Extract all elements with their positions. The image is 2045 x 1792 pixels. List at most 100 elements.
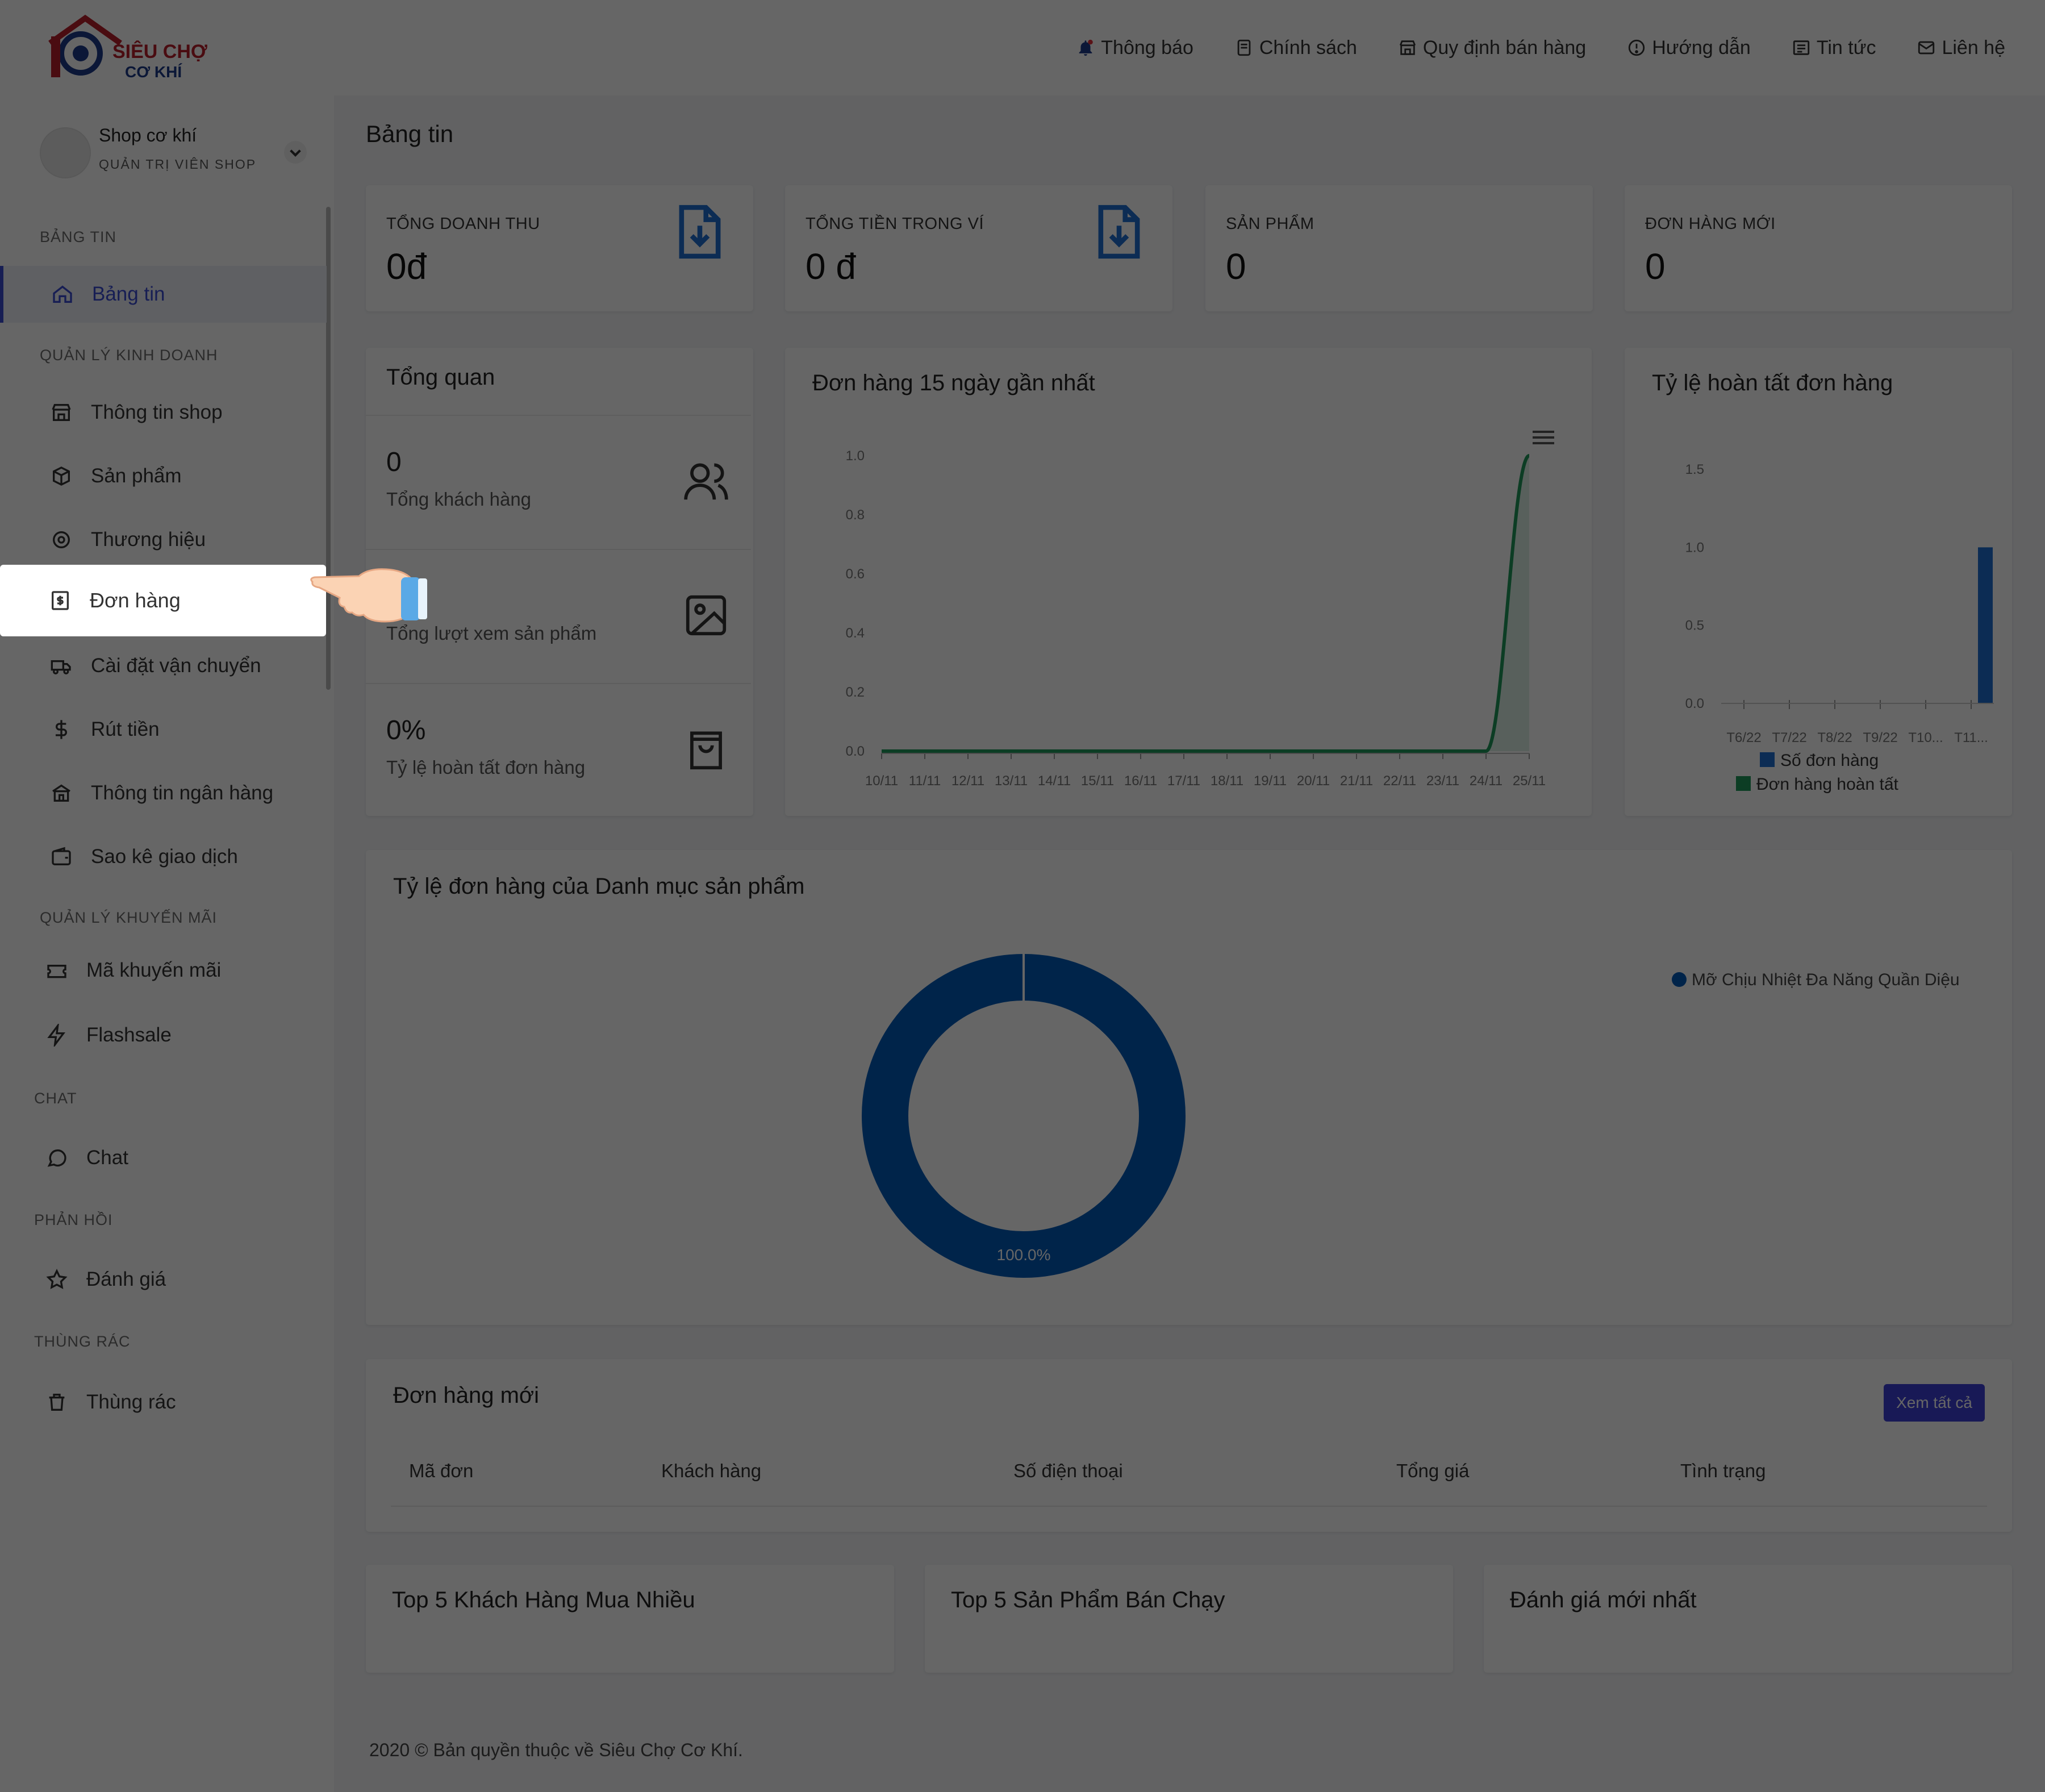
shopping-bag-icon bbox=[690, 731, 722, 770]
sidebar-section-promotions: QUẢN LÝ KHUYẾN MÃI bbox=[40, 909, 218, 926]
mail-icon bbox=[1918, 41, 1935, 55]
legend-dot bbox=[1672, 972, 1687, 987]
sidebar-section-trash: THÙNG RÁC bbox=[34, 1333, 131, 1350]
x-tick-label: 18/11 bbox=[1211, 773, 1243, 789]
sidebar-item-label: Sản phẩm bbox=[91, 465, 182, 487]
sidebar-item-label: Thương hiệu bbox=[91, 528, 206, 551]
image-icon bbox=[686, 595, 727, 636]
nav-guide[interactable]: Hướng dẫn bbox=[1627, 37, 1751, 59]
nav-label: Quy định bán hàng bbox=[1422, 36, 1587, 59]
sidebar-item-brands[interactable]: Thương hiệu bbox=[0, 511, 327, 568]
profile-name: Shop cơ khí bbox=[99, 125, 197, 145]
sidebar-section-chat: CHAT bbox=[34, 1090, 77, 1107]
sidebar-item-products[interactable]: Sản phẩm bbox=[0, 448, 327, 505]
sidebar-item-coupons[interactable]: Mã khuyến mãi bbox=[0, 942, 327, 999]
sidebar-item-label: Đơn hàng bbox=[90, 589, 181, 612]
nav-policy[interactable]: Chính sách bbox=[1234, 37, 1357, 59]
chart-menu-icon[interactable] bbox=[1533, 431, 1554, 444]
nav-label: Liên hệ bbox=[1942, 36, 2005, 59]
profile-role: QUẢN TRỊ VIÊN SHOP bbox=[99, 157, 257, 172]
sidebar-item-label: Flashsale bbox=[86, 1024, 172, 1046]
sidebar-item-label: Sao kê giao dịch bbox=[91, 845, 238, 868]
top-products-card: Top 5 Sản Phẩm Bán Chạy bbox=[925, 1565, 1453, 1673]
stat-card-new-orders: ĐƠN HÀNG MỚI 0 bbox=[1625, 185, 2012, 311]
sidebar-item-orders[interactable]: Đơn hàng bbox=[0, 565, 326, 636]
sidebar-item-shipping[interactable]: Cài đặt vận chuyển bbox=[0, 637, 327, 694]
sidebar-item-dashboard[interactable]: Bảng tin bbox=[0, 266, 327, 323]
logo-text-top: SIÊU CHỢ bbox=[112, 41, 207, 62]
stat-value: 0đ bbox=[386, 246, 427, 287]
top-customers-title: Top 5 Khách Hàng Mua Nhiều bbox=[392, 1587, 695, 1612]
truck-icon bbox=[51, 660, 71, 674]
table-header-phone[interactable]: Số điện thoại bbox=[1013, 1460, 1123, 1482]
overview-title: Tổng quan bbox=[386, 365, 495, 390]
view-all-orders-button[interactable]: Xem tất cả bbox=[1884, 1384, 1985, 1422]
gear-icon bbox=[53, 531, 70, 548]
x-tick-label: T6/22 bbox=[1726, 730, 1761, 745]
stat-card-revenue: TỔNG DOANH THU 0đ bbox=[366, 185, 753, 311]
new-orders-title: Đơn hàng mới bbox=[393, 1383, 540, 1408]
x-tick-label: 22/11 bbox=[1383, 773, 1416, 789]
legend-label: Đơn hàng hoàn tất bbox=[1756, 775, 1899, 794]
x-tick-label: 20/11 bbox=[1297, 773, 1330, 789]
top-customers-card: Top 5 Khách Hàng Mua Nhiều bbox=[366, 1565, 894, 1673]
x-tick-label: T7/22 bbox=[1772, 730, 1806, 745]
table-header-total[interactable]: Tổng giá bbox=[1396, 1460, 1469, 1482]
sidebar-item-reviews[interactable]: Đánh giá bbox=[0, 1251, 327, 1308]
overview-row-customers: 0 Tổng khách hàng bbox=[366, 415, 751, 549]
site-logo[interactable]: SIÊU CHỢ CƠ KHÍ bbox=[45, 14, 216, 82]
help-circle-icon bbox=[1629, 39, 1645, 56]
bank-icon bbox=[52, 784, 70, 802]
x-tick-label: 21/11 bbox=[1340, 773, 1373, 789]
dollar-icon bbox=[56, 720, 67, 739]
users-icon bbox=[684, 463, 728, 500]
slice-label: 100.0% bbox=[997, 1246, 1051, 1264]
ticket-icon bbox=[47, 965, 66, 978]
x-tick-label: T11... bbox=[1954, 730, 1988, 745]
store-icon bbox=[1399, 40, 1416, 55]
latest-reviews-title: Đánh giá mới nhất bbox=[1510, 1587, 1697, 1612]
user-profile[interactable]: Shop cơ khí QUẢN TRỊ VIÊN SHOP bbox=[40, 125, 312, 182]
sidebar-item-bank-info[interactable]: Thông tin ngân hàng bbox=[0, 765, 327, 822]
bar-chart: 0.0 0.5 1.0 1.5 T6/22 T7/22 T8/22 T9/22 T10... T1… bbox=[1685, 462, 1994, 794]
profile-dropdown-button[interactable] bbox=[284, 141, 307, 164]
page-title: Bảng tin bbox=[366, 120, 454, 147]
y-tick-label: 0.6 bbox=[846, 566, 865, 582]
nav-contact[interactable]: Liên hệ bbox=[1917, 37, 2005, 59]
sidebar-item-withdraw[interactable]: Rút tiền bbox=[0, 701, 327, 758]
wallet-icon bbox=[52, 847, 71, 865]
footer-copyright: 2020 © Bản quyền thuộc về Siêu Chợ Cơ Kh… bbox=[369, 1740, 743, 1760]
bar bbox=[1978, 547, 1993, 703]
sidebar-section-dashboard: BẢNG TIN bbox=[40, 228, 117, 245]
top-header: SIÊU CHỢ CƠ KHÍ Thông báo Chính sách Quy… bbox=[0, 0, 2045, 95]
overview-label: Tổng khách hàng bbox=[386, 489, 532, 510]
series-line bbox=[882, 454, 1530, 753]
overview-value: 0 bbox=[386, 447, 402, 477]
nav-sales-rules[interactable]: Quy định bán hàng bbox=[1398, 37, 1586, 59]
x-tick-label: 17/11 bbox=[1167, 773, 1200, 789]
x-tick-label: 11/11 bbox=[909, 773, 941, 789]
overview-label: Tỷ lệ hoàn tất đơn hàng bbox=[386, 757, 586, 778]
stat-card-products: SẢN PHẨM 0 bbox=[1205, 185, 1593, 311]
sidebar-item-trash[interactable]: Thùng rác bbox=[0, 1374, 327, 1431]
home-icon bbox=[53, 285, 72, 303]
sidebar-item-shop-info[interactable]: Thông tin shop bbox=[0, 384, 327, 441]
sidebar-item-flashsale[interactable]: Flashsale bbox=[0, 1007, 327, 1064]
stat-label: ĐƠN HÀNG MỚI bbox=[1645, 215, 1776, 233]
flash-icon bbox=[47, 1024, 65, 1047]
nav-label: Thông báo bbox=[1101, 36, 1193, 59]
table-divider bbox=[391, 1506, 1987, 1507]
logo-text-bottom: CƠ KHÍ bbox=[125, 63, 182, 81]
table-header-order-id[interactable]: Mã đơn bbox=[409, 1460, 473, 1482]
nav-label: Chính sách bbox=[1259, 36, 1357, 59]
sidebar-item-statement[interactable]: Sao kê giao dịch bbox=[0, 828, 327, 885]
y-tick-label: 1.5 bbox=[1685, 462, 1704, 477]
nav-notifications[interactable]: Thông báo bbox=[1076, 37, 1193, 59]
star-icon bbox=[46, 1269, 68, 1289]
table-header-customer[interactable]: Khách hàng bbox=[661, 1460, 761, 1482]
newspaper-icon bbox=[1793, 40, 1809, 55]
sidebar-item-chat[interactable]: Chat bbox=[0, 1130, 327, 1186]
table-header-status[interactable]: Tình trạng bbox=[1680, 1460, 1766, 1482]
nav-news[interactable]: Tin tức bbox=[1792, 37, 1876, 59]
x-tick-label: T10... bbox=[1908, 730, 1943, 745]
